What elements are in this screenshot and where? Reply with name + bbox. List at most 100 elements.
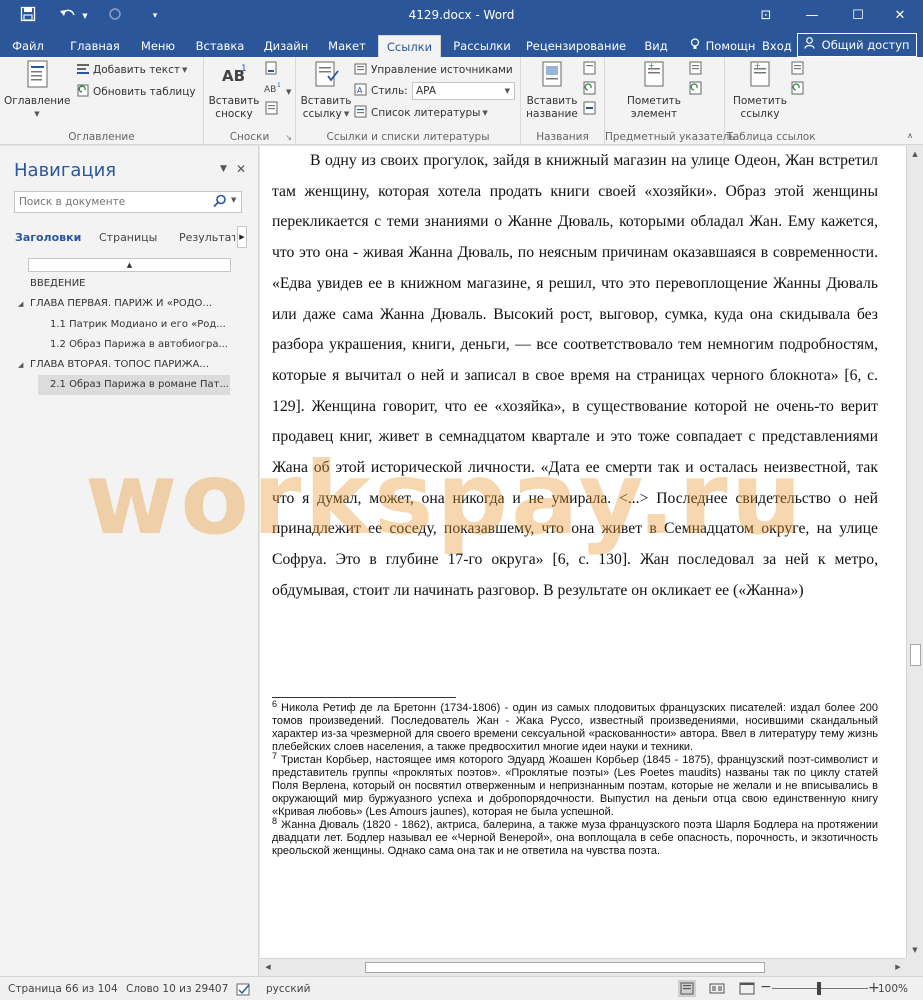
document-body[interactable]: В одну из своих прогулок, зайдя в книжны… xyxy=(272,146,878,607)
nav-heading-text: 1.2 Образ Парижа в автобиогра... xyxy=(50,339,228,350)
nav-tab-pages[interactable]: Страницы xyxy=(99,231,157,244)
web-layout-icon[interactable] xyxy=(738,980,756,997)
horizontal-scrollbar[interactable]: ◀ ▶ xyxy=(260,958,906,976)
proofing-icon[interactable] xyxy=(236,983,252,999)
tab-design[interactable]: Дизайн xyxy=(258,35,314,57)
tab-references[interactable]: Ссылки xyxy=(378,35,441,57)
toc-button[interactable]: Оглавление ▼ xyxy=(4,59,70,121)
style-label-wrap: A Стиль: xyxy=(354,82,408,100)
nav-options-icon[interactable]: ▼ xyxy=(220,164,227,174)
show-notes-icon[interactable] xyxy=(264,101,280,119)
print-layout-icon[interactable] xyxy=(708,980,726,997)
tab-layout[interactable]: Макет xyxy=(322,35,372,57)
footnote[interactable]: 6 Никола Ретиф де ла Бретонн (1734-1806) … xyxy=(272,700,878,754)
mark-citation-icon: + xyxy=(745,59,775,91)
bibliography-icon xyxy=(354,105,368,118)
footnotes[interactable]: 6 Никола Ретиф де ла Бретонн (1734-1806) … xyxy=(272,700,878,858)
nav-heading-item[interactable]: 1.2 Образ Парижа в автобиогра... xyxy=(38,335,228,355)
nav-heading-item[interactable]: 1.1 Патрик Модиано и его «Род... xyxy=(38,315,226,335)
scroll-right-icon[interactable]: ▶ xyxy=(890,959,906,976)
zoom-out-button[interactable]: − xyxy=(760,979,772,995)
index-group-label: Предметный указатель xyxy=(605,131,736,143)
nav-tabs-scroll-icon[interactable]: ▶ xyxy=(237,226,247,248)
captions-group: Вставить название Названия xyxy=(521,57,605,145)
collapse-ribbon-icon[interactable]: ∧ xyxy=(907,131,913,140)
maximize-button[interactable]: ☐ xyxy=(835,0,881,31)
toc-dropdown-icon: ▼ xyxy=(34,110,40,118)
insert-caption-button[interactable]: Вставить название xyxy=(523,59,581,121)
next-footnote-icon[interactable]: AB 1 ▼ xyxy=(264,81,291,99)
update-toa-icon[interactable] xyxy=(791,81,805,99)
heading-expander-icon[interactable]: ◢ xyxy=(18,294,30,314)
update-table-icon xyxy=(76,84,90,97)
nav-tab-headings[interactable]: Заголовки xyxy=(15,231,81,244)
insert-footnote-button[interactable]: AB 1 Вставить сноску xyxy=(206,59,262,121)
footnotes-dialog-launcher-icon[interactable]: ↘ xyxy=(285,133,292,142)
vertical-scrollbar[interactable]: ▲ ▼ xyxy=(906,146,923,958)
zoom-level[interactable]: 100% xyxy=(878,983,908,995)
nav-heading-item[interactable]: ◢ ГЛАВА ВТОРАЯ. ТОПОС ПАРИЖА... xyxy=(18,355,209,375)
minimize-button[interactable]: — xyxy=(789,0,835,31)
heading-expander-icon[interactable]: ◢ xyxy=(18,355,30,375)
style-select[interactable]: APA ▼ xyxy=(412,82,515,100)
close-button[interactable]: ✕ xyxy=(877,0,923,31)
scroll-left-icon[interactable]: ◀ xyxy=(260,959,276,976)
insert-index-icon[interactable] xyxy=(689,61,703,79)
svg-text:1: 1 xyxy=(241,64,247,74)
nav-heading-item[interactable]: ◢ ГЛАВА ПЕРВАЯ. ПАРИЖ И «РОДО... xyxy=(18,294,212,314)
manage-sources-button[interactable]: Управление источниками xyxy=(354,61,513,79)
update-index-icon[interactable] xyxy=(689,81,703,99)
mark-citation-button[interactable]: + Пометить ссылку xyxy=(731,59,789,121)
captions-group-label: Названия xyxy=(536,131,589,143)
insert-toa-icon[interactable] xyxy=(791,61,805,79)
tab-review[interactable]: Рецензирование xyxy=(524,35,628,57)
collapse-headings-icon[interactable]: ▲ xyxy=(28,258,231,272)
share-button[interactable]: Общий доступ xyxy=(797,33,917,57)
tab-insert[interactable]: Вставка xyxy=(190,35,250,57)
scroll-down-icon[interactable]: ▼ xyxy=(907,942,923,958)
nav-heading-item-selected[interactable]: 2.1 Образ Парижа в романе Пат... xyxy=(38,375,230,395)
search-dropdown-icon[interactable]: ▼ xyxy=(231,196,236,204)
tab-view[interactable]: Вид xyxy=(636,35,676,57)
tab-home[interactable]: Главная xyxy=(66,35,124,57)
tab-file[interactable]: Файл xyxy=(6,35,50,57)
nav-tab-results[interactable]: Результаты xyxy=(179,231,235,244)
scrollbar-corner xyxy=(906,958,923,976)
document-area[interactable]: В одну из своих прогулок, зайдя в книжны… xyxy=(260,146,906,958)
cross-reference-icon[interactable] xyxy=(583,101,597,119)
add-text-button[interactable]: Добавить текст ▼ xyxy=(76,61,187,79)
tab-menu[interactable]: Меню xyxy=(132,35,184,57)
update-figures-icon[interactable] xyxy=(583,81,597,99)
bibliography-button[interactable]: Список литературы ▼ xyxy=(354,104,488,122)
update-table-button[interactable]: Обновить таблицу xyxy=(76,83,196,101)
page-count[interactable]: Страница 66 из 104 xyxy=(8,983,118,995)
table-of-figures-icon[interactable] xyxy=(583,61,597,79)
scroll-up-icon[interactable]: ▲ xyxy=(907,146,923,162)
read-mode-icon[interactable] xyxy=(678,980,696,997)
zoom-slider-knob[interactable] xyxy=(817,982,821,995)
horizontal-scroll-thumb[interactable] xyxy=(365,962,765,973)
svg-text:1: 1 xyxy=(277,82,281,89)
language[interactable]: русский xyxy=(266,983,310,995)
sign-in-link[interactable]: Вход xyxy=(762,35,792,57)
mark-citation-label-2: ссылку xyxy=(740,108,780,120)
mark-entry-button[interactable]: + Пометить элемент xyxy=(623,59,685,121)
body-paragraph[interactable]: В одну из своих прогулок, зайдя в книжны… xyxy=(272,146,878,607)
vertical-scroll-thumb[interactable] xyxy=(910,644,921,666)
footnote[interactable]: 8 Жанна Дюваль (1820 - 1862), актриса, ба… xyxy=(272,817,878,858)
tab-mailings[interactable]: Рассылки xyxy=(448,35,516,57)
nav-close-icon[interactable]: ✕ xyxy=(236,162,246,176)
footnote[interactable]: 7 Тристан Корбьер, настоящее имя которого… xyxy=(272,752,878,819)
search-icon[interactable] xyxy=(213,194,227,211)
tell-me-button[interactable]: Помощн xyxy=(690,35,755,57)
insert-endnote-icon[interactable] xyxy=(264,61,280,79)
toc-group-label: Оглавление xyxy=(68,131,135,143)
document-page[interactable]: В одну из своих прогулок, зайдя в книжны… xyxy=(260,146,906,958)
nav-search-box[interactable]: ▼ xyxy=(14,191,242,213)
word-count[interactable]: Слово 10 из 29407 xyxy=(126,983,228,995)
nav-heading-item[interactable]: ВВЕДЕНИЕ xyxy=(18,274,86,294)
tell-me-label: Помощн xyxy=(705,39,756,53)
insert-citation-button[interactable]: Вставить ссылку ▼ xyxy=(298,59,354,121)
search-input[interactable] xyxy=(19,194,199,210)
ribbon-display-options-icon[interactable]: ⊡ xyxy=(743,0,789,31)
